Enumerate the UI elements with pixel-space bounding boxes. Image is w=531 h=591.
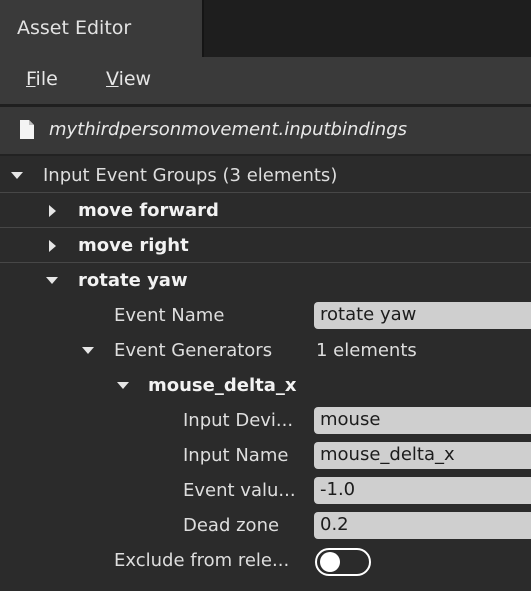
menu-view[interactable]: View [106,68,151,90]
tree-item-move-forward[interactable]: move forward [0,193,531,228]
event-value-label: Event valu... [183,480,296,501]
input-device-field[interactable]: mouse [314,407,531,434]
menu-view-label: iew [118,68,152,90]
tree-root-row[interactable]: Input Event Groups (3 elements) [0,158,531,193]
file-header: mythirdpersonmovement.inputbindings [0,107,531,156]
file-name: mythirdpersonmovement.inputbindings [49,119,408,140]
file-icon [19,119,35,144]
toggle-knob [320,552,340,572]
group-label: rotate yaw [78,270,188,291]
group-label: move forward [78,200,219,221]
tree-item-rotate-yaw[interactable]: rotate yaw [0,263,531,298]
exclude-row: Exclude from rele... [0,543,531,578]
menu-file[interactable]: File [26,68,58,90]
menu-view-mnemonic: V [106,68,119,90]
chevron-down-icon[interactable] [117,382,129,389]
chevron-down-icon[interactable] [11,172,23,179]
event-name-row: Event Name rotate yaw [0,298,531,333]
generator-name: mouse_delta_x [148,375,297,396]
chevron-down-icon[interactable] [82,347,94,354]
group-label: move right [78,235,189,256]
event-generators-label: Event Generators [114,340,273,361]
event-generators-row[interactable]: Event Generators 1 elements [0,333,531,368]
tree-item-move-right[interactable]: move right [0,228,531,263]
event-name-label: Event Name [114,305,225,326]
dead-zone-row: Dead zone 0.2 [0,508,531,543]
tab-divider [202,0,204,57]
event-generators-count: 1 elements [316,340,417,361]
chevron-right-icon[interactable] [49,240,56,252]
menu-bar: File View [0,57,531,104]
tree-root-label: Input Event Groups (3 elements) [43,165,338,186]
event-value-field[interactable]: -1.0 [314,477,531,504]
event-value-row: Event valu... -1.0 [0,473,531,508]
chevron-right-icon[interactable] [49,205,56,217]
input-device-label: Input Devi... [183,410,294,431]
menu-file-label: ile [35,68,58,90]
input-name-field[interactable]: mouse_delta_x [314,442,531,469]
input-name-label: Input Name [183,445,289,466]
chevron-down-icon[interactable] [46,277,58,284]
dead-zone-field[interactable]: 0.2 [314,512,531,539]
input-name-row: Input Name mouse_delta_x [0,438,531,473]
exclude-toggle[interactable] [315,548,371,576]
generator-row[interactable]: mouse_delta_x [0,368,531,403]
exclude-label: Exclude from rele... [114,550,290,571]
event-name-field[interactable]: rotate yaw [314,302,531,329]
tab-bar: Asset Editor [0,0,531,57]
input-device-row: Input Devi... mouse [0,403,531,438]
tab-asset-editor[interactable]: Asset Editor [0,0,202,57]
tab-title: Asset Editor [17,17,132,39]
menu-file-mnemonic: F [26,68,36,90]
dead-zone-label: Dead zone [183,515,280,536]
